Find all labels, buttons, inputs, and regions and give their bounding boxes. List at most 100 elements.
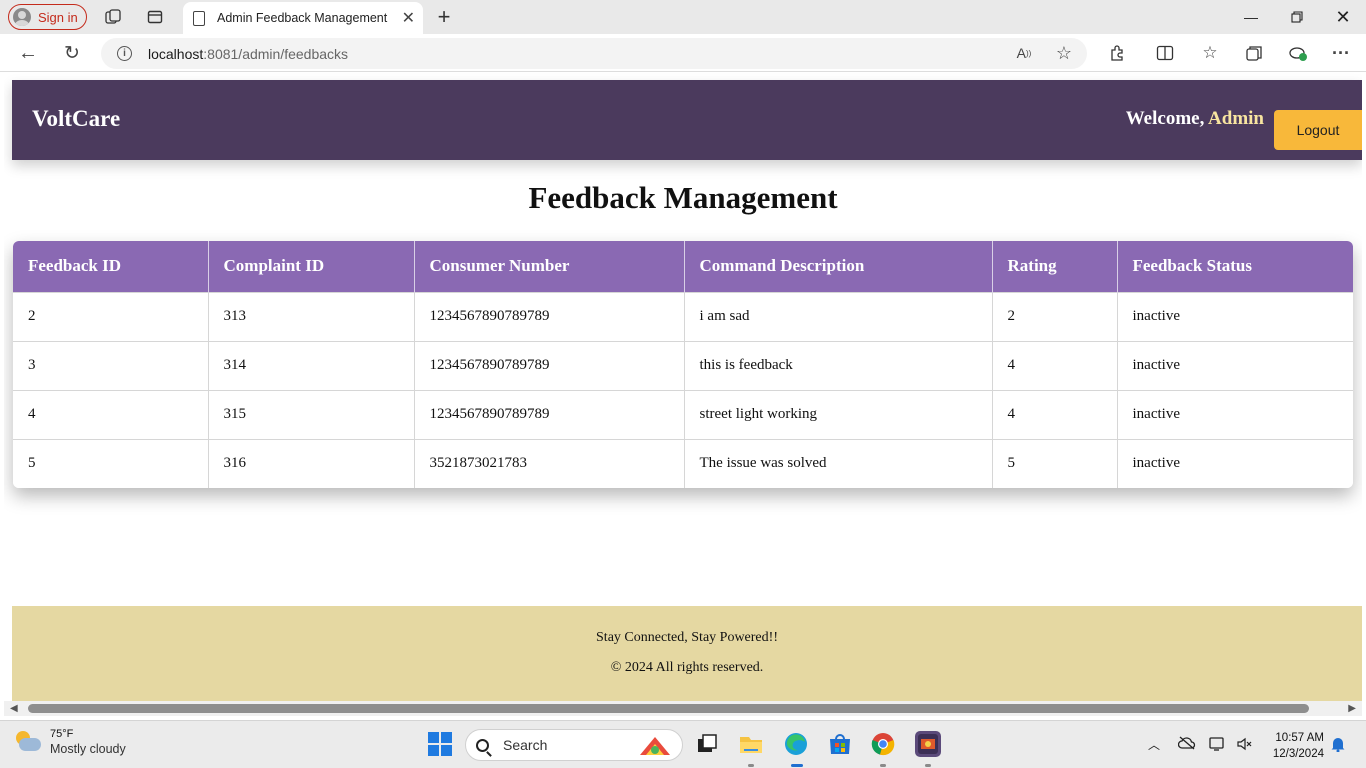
windows-taskbar: 75°F Mostly cloudy Search ︿ 10:57 AM 12/…: [0, 720, 1366, 768]
tab-admin-feedback[interactable]: Admin Feedback Management ✕: [183, 2, 423, 34]
restore-button[interactable]: [1274, 0, 1320, 34]
feedback-table: Feedback ID Complaint ID Consumer Number…: [13, 241, 1353, 488]
cell-status: inactive: [1117, 389, 1353, 439]
table-row: 3 314 1234567890789789 this is feedback …: [13, 340, 1353, 390]
cell-status: inactive: [1117, 340, 1353, 390]
clock-time: 10:57 AM: [1275, 732, 1324, 744]
browser-tab-bar: Sign in Admin Feedback Management ✕ + — …: [0, 0, 1366, 34]
scrollbar-thumb[interactable]: [28, 704, 1309, 713]
brand-logo[interactable]: VoltCare: [32, 106, 120, 132]
edge-browser-icon[interactable]: [783, 731, 809, 757]
logout-button[interactable]: Logout: [1274, 110, 1362, 150]
running-indicator: [880, 764, 886, 767]
cell-rating: 2: [992, 291, 1118, 341]
url-field[interactable]: i localhost:8081/admin/feedbacks: [101, 38, 1087, 69]
cell-description: i am sad: [684, 291, 993, 341]
page-title: Feedback Management: [528, 180, 838, 215]
table-header-row: Feedback ID Complaint ID Consumer Number…: [13, 241, 1353, 292]
cell-complaint-id: 315: [208, 389, 415, 439]
cell-feedback-id: 5: [13, 438, 209, 488]
cell-feedback-id: 3: [13, 340, 209, 390]
cloudy-weather-icon: [14, 731, 42, 753]
column-header-complaint-id: Complaint ID: [208, 241, 415, 292]
cell-complaint-id: 313: [208, 291, 415, 341]
minimize-button[interactable]: —: [1228, 0, 1274, 34]
clock-date: 12/3/2024: [1272, 748, 1324, 760]
refresh-icon[interactable]: ↻: [61, 42, 83, 64]
collections-icon[interactable]: [1243, 42, 1265, 64]
start-button[interactable]: [427, 731, 453, 757]
profile-icon: [13, 8, 31, 26]
cell-status: inactive: [1117, 291, 1353, 341]
file-explorer-icon[interactable]: [738, 731, 764, 757]
cell-consumer-number: 1234567890789789: [414, 340, 685, 390]
close-window-button[interactable]: ✕: [1320, 0, 1366, 34]
extensions-icon[interactable]: [1106, 42, 1128, 64]
tab-title: Admin Feedback Management: [217, 11, 388, 25]
site-info-icon[interactable]: i: [117, 46, 132, 61]
table-row: 5 316 3521873021783 The issue was solved…: [13, 438, 1353, 488]
column-header-rating: Rating: [992, 241, 1118, 292]
horizontal-scrollbar[interactable]: ◀ ▶: [4, 701, 1362, 716]
cell-complaint-id: 316: [208, 438, 415, 488]
url-path: :8081/admin/feedbacks: [203, 45, 349, 62]
cell-description: street light working: [684, 389, 993, 439]
microsoft-store-icon[interactable]: [827, 731, 853, 757]
site-header: VoltCare Welcome, Admin Logout: [12, 80, 1362, 160]
table-row: 4 315 1234567890789789 street light work…: [13, 389, 1353, 439]
weather-temperature: 75°F: [50, 728, 74, 740]
show-hidden-icons-chevron-icon[interactable]: ︿: [1148, 736, 1160, 753]
more-options-icon[interactable]: ···: [1330, 42, 1352, 64]
browser-essentials-icon[interactable]: [1287, 42, 1309, 64]
column-header-feedback-status: Feedback Status: [1117, 241, 1353, 292]
welcome-prefix: Welcome,: [1125, 108, 1205, 129]
search-icon: [476, 738, 489, 752]
cell-rating: 5: [992, 438, 1118, 488]
sign-in-label: Sign in: [38, 9, 78, 25]
cell-complaint-id: 314: [208, 340, 415, 390]
scroll-right-icon[interactable]: ▶: [1348, 703, 1356, 714]
column-header-feedback-id: Feedback ID: [13, 241, 209, 292]
footer-copyright: © 2024 All rights reserved.: [610, 660, 764, 675]
taskbar-search-box[interactable]: Search: [465, 729, 683, 761]
cell-feedback-id: 4: [13, 389, 209, 439]
column-header-command-description: Command Description: [684, 241, 993, 292]
notifications-bell-icon[interactable]: [1331, 736, 1345, 755]
cell-status: inactive: [1117, 438, 1353, 488]
task-view-icon[interactable]: [694, 731, 720, 757]
close-tab-icon[interactable]: ✕: [402, 8, 415, 28]
favorites-icon[interactable]: ☆: [1199, 42, 1221, 64]
welcome-username: Admin: [1208, 108, 1264, 129]
cell-feedback-id: 2: [13, 291, 209, 341]
feedback-table-container: Feedback ID Complaint ID Consumer Number…: [13, 241, 1353, 488]
app-icon[interactable]: [915, 731, 941, 757]
tab-actions-icon[interactable]: [144, 7, 166, 27]
site-footer: Stay Connected, Stay Powered!! © 2024 Al…: [12, 606, 1362, 701]
cell-rating: 4: [992, 389, 1118, 439]
onedrive-icon[interactable]: [1177, 736, 1196, 753]
running-indicator: [925, 764, 931, 767]
system-clock[interactable]: 10:57 AM 12/3/2024: [1262, 730, 1324, 762]
volume-muted-icon[interactable]: [1236, 736, 1252, 755]
back-icon[interactable]: ←: [17, 42, 39, 64]
read-aloud-icon[interactable]: A)): [1013, 42, 1035, 64]
column-header-consumer-number: Consumer Number: [414, 241, 685, 292]
search-highlight-icon: [636, 735, 674, 757]
split-screen-icon[interactable]: [1154, 42, 1176, 64]
cell-rating: 4: [992, 340, 1118, 390]
page-viewport: VoltCare Welcome, Admin Logout Feedback …: [4, 73, 1362, 701]
favorite-star-icon[interactable]: ☆: [1053, 42, 1075, 64]
network-icon[interactable]: [1209, 736, 1227, 755]
workspaces-icon[interactable]: [102, 7, 124, 27]
weather-widget[interactable]: 75°F Mostly cloudy: [14, 727, 126, 757]
new-tab-button[interactable]: +: [432, 4, 456, 29]
active-indicator: [791, 764, 803, 767]
cell-consumer-number: 1234567890789789: [414, 389, 685, 439]
weather-condition: Mostly cloudy: [50, 742, 126, 756]
cell-description: this is feedback: [684, 340, 993, 390]
table-row: 2 313 1234567890789789 i am sad 2 inacti…: [13, 291, 1353, 341]
profile-sign-in-button[interactable]: Sign in: [8, 4, 87, 30]
scroll-left-icon[interactable]: ◀: [10, 703, 18, 714]
running-indicator: [748, 764, 754, 767]
chrome-browser-icon[interactable]: [870, 731, 896, 757]
